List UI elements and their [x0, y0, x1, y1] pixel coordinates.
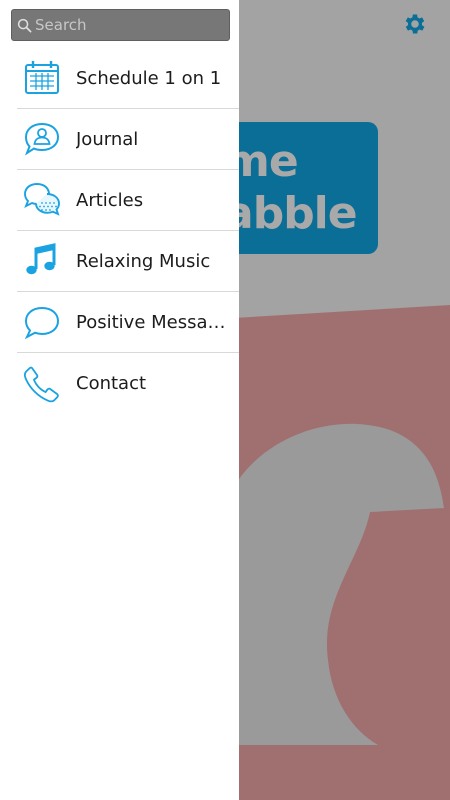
chat-bubbles-icon: [23, 181, 61, 219]
menu-item-label: Articles: [76, 189, 144, 211]
menu-item-articles[interactable]: Articles: [17, 170, 239, 231]
menu-item-positive-messages[interactable]: Positive Messag...: [17, 292, 239, 353]
music-note-icon: [23, 242, 61, 280]
menu-item-label: Contact: [76, 373, 147, 394]
settings-button[interactable]: [398, 8, 432, 40]
menu-item-relaxing-music[interactable]: Relaxing Music: [17, 231, 239, 292]
menu-item-contact[interactable]: Contact: [17, 353, 239, 414]
menu-item-label: Positive Messag...: [76, 311, 232, 333]
drawer-menu: Schedule 1 on 1 Journal Articles Relaxin…: [17, 48, 239, 414]
logo-text-line-2: abble: [224, 188, 358, 239]
speech-bubble-icon: [23, 303, 61, 341]
menu-item-label: Relaxing Music: [76, 250, 211, 272]
search-input[interactable]: [35, 16, 225, 34]
menu-item-journal[interactable]: Journal: [17, 109, 239, 170]
menu-item-label: Schedule 1 on 1: [76, 67, 222, 89]
menu-item-schedule[interactable]: Schedule 1 on 1: [17, 48, 239, 109]
search-bar[interactable]: [11, 9, 230, 41]
person-bubble-icon: [23, 120, 61, 158]
search-icon: [16, 17, 32, 33]
phone-icon: [23, 365, 61, 403]
gear-icon: [405, 14, 425, 34]
side-drawer: Schedule 1 on 1 Journal: [0, 0, 239, 800]
calendar-icon: [23, 59, 61, 97]
menu-item-label: Journal: [76, 128, 139, 150]
